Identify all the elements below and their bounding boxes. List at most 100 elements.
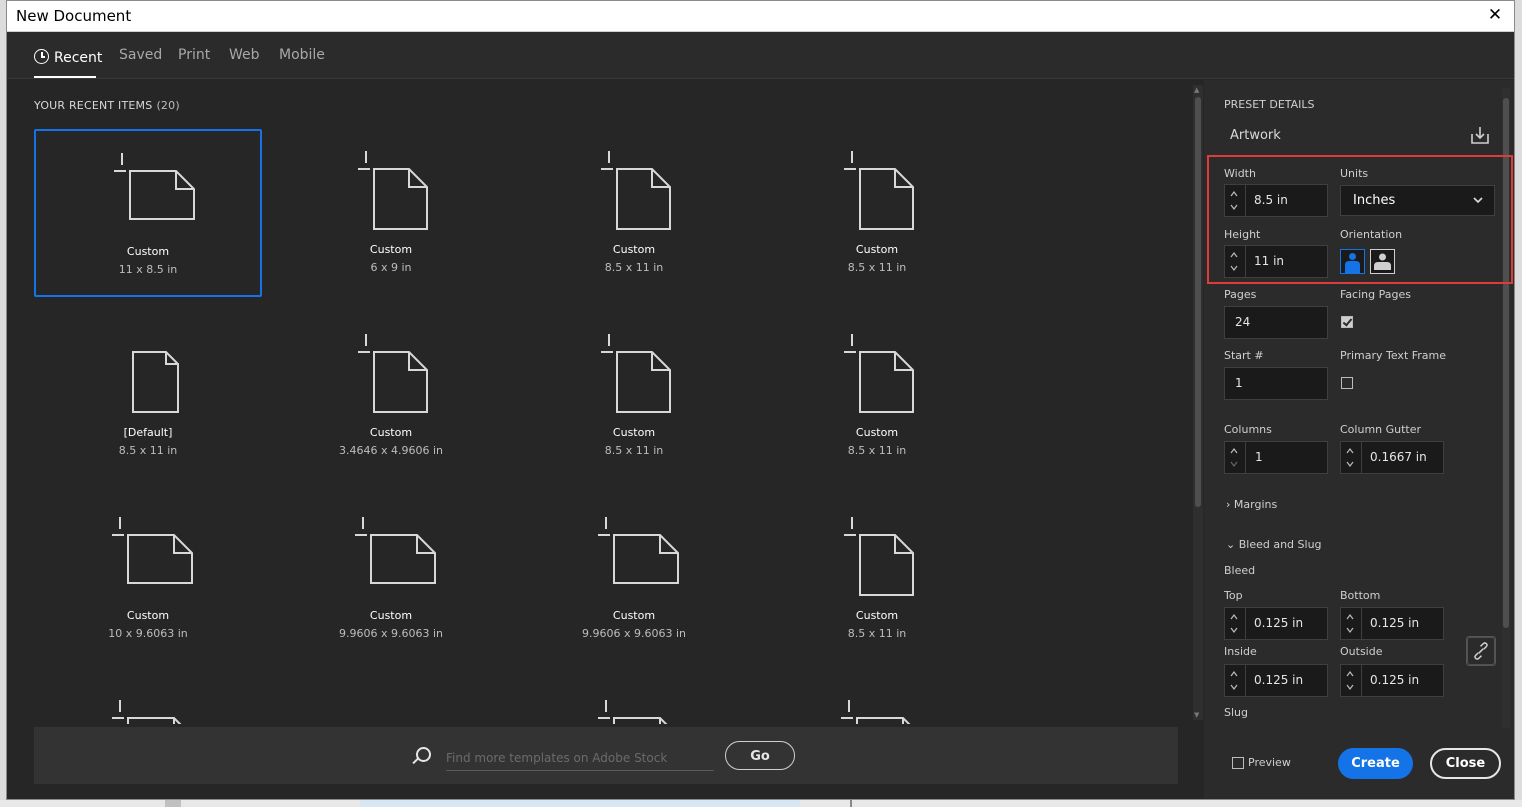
chevron-down-icon[interactable]	[1230, 683, 1238, 691]
columns-field[interactable]: 1	[1224, 441, 1328, 474]
chevron-down-icon[interactable]	[1346, 626, 1354, 634]
chevron-up-icon[interactable]	[1346, 447, 1354, 455]
recent-items-grid: Custom 11 x 8.5 in Custom 6 x 9 in Custo…	[34, 129, 1184, 724]
link-icon[interactable]	[1466, 636, 1496, 666]
chevron-up-icon[interactable]	[1230, 613, 1238, 621]
preview-checkbox[interactable]	[1232, 757, 1244, 769]
portrait-document-icon	[844, 517, 914, 596]
recent-item[interactable]: Custom 3.4646 x 4.9606 in	[277, 312, 505, 480]
recent-item[interactable]: Custom 10 x 9.6063 in	[34, 495, 262, 663]
chevron-up-icon[interactable]	[1346, 613, 1354, 621]
recent-item[interactable]: Custom 6 x 9 in	[277, 129, 505, 297]
facing-pages-checkbox[interactable]	[1341, 316, 1353, 328]
template-search-input[interactable]	[446, 745, 714, 771]
recent-item[interactable]	[763, 678, 991, 724]
chevron-down-icon[interactable]	[1230, 626, 1238, 634]
chevron-down-icon[interactable]	[1346, 683, 1354, 691]
recent-item[interactable]: Custom 8.5 x 11 in	[763, 495, 991, 663]
chevron-up-icon[interactable]	[1230, 190, 1238, 198]
recent-item[interactable]: Custom 9.9606 x 9.6063 in	[277, 495, 505, 663]
units-value: Inches	[1353, 193, 1396, 208]
start-page-field[interactable]: 1	[1224, 367, 1328, 400]
recent-item[interactable]	[34, 678, 262, 724]
recent-items-scrollbar[interactable]: ▲ ▼	[1193, 85, 1203, 720]
bleed-inside-label: Inside	[1224, 645, 1257, 658]
recent-item[interactable]	[520, 678, 748, 724]
column-gutter-value: 0.1667 in	[1370, 450, 1427, 464]
landscape-document-icon	[841, 700, 911, 724]
close-button[interactable]: Close	[1430, 748, 1501, 779]
bleed-inside-field[interactable]: 0.125 in	[1224, 664, 1328, 697]
tab-print[interactable]: Print	[178, 47, 210, 63]
chevron-up-icon[interactable]	[1346, 670, 1354, 678]
bleed-top-stepper[interactable]	[1225, 608, 1246, 639]
width-field[interactable]: 8.5 in	[1224, 184, 1328, 217]
pages-value: 24	[1235, 315, 1251, 329]
column-gutter-label: Column Gutter	[1340, 423, 1422, 436]
scroll-down-icon[interactable]: ▼	[1194, 711, 1199, 719]
recent-item[interactable]: Custom 8.5 x 11 in	[763, 312, 991, 480]
chevron-down-icon[interactable]	[1230, 203, 1238, 211]
chevron-down-icon[interactable]	[1346, 460, 1354, 468]
primary-text-frame-label: Primary Text Frame	[1340, 349, 1447, 362]
active-tab-indicator	[34, 76, 96, 78]
bleed-outside-field[interactable]: 0.125 in	[1340, 664, 1444, 697]
chevron-down-icon: ⌄	[1226, 538, 1236, 551]
create-button[interactable]: Create	[1338, 748, 1413, 779]
height-field[interactable]: 11 in	[1224, 245, 1328, 278]
column-gutter-stepper[interactable]	[1341, 442, 1362, 473]
bleed-bottom-field[interactable]: 0.125 in	[1340, 607, 1444, 640]
facing-pages-label: Facing Pages	[1340, 288, 1411, 301]
recent-item[interactable]: [Default] 8.5 x 11 in	[34, 312, 262, 480]
tab-saved[interactable]: Saved	[119, 47, 162, 63]
margins-section-toggle[interactable]: › Margins	[1226, 498, 1277, 511]
chevron-down-icon[interactable]	[1230, 264, 1238, 272]
portrait-document-icon	[601, 334, 671, 413]
bleed-slug-section-toggle[interactable]: ⌄ Bleed and Slug	[1226, 538, 1322, 551]
preset-panel-scrollbar[interactable]	[1502, 88, 1510, 728]
landscape-document-icon	[598, 517, 679, 584]
chevron-up-icon[interactable]	[1230, 670, 1238, 678]
bleed-bottom-label: Bottom	[1340, 589, 1381, 602]
pages-label: Pages	[1224, 288, 1257, 301]
portrait-orientation-icon[interactable]	[1340, 249, 1365, 274]
columns-stepper[interactable]	[1225, 442, 1246, 473]
chevron-down-icon[interactable]	[1230, 460, 1238, 468]
recent-item[interactable]: Custom 8.5 x 11 in	[520, 129, 748, 297]
scroll-up-icon[interactable]: ▲	[1194, 86, 1199, 94]
title-bar: New Document ✕	[7, 1, 1514, 32]
bleed-inside-stepper[interactable]	[1225, 665, 1246, 696]
tab-recent[interactable]: Recent	[34, 47, 102, 66]
units-dropdown[interactable]: Inches	[1340, 185, 1495, 216]
new-document-dialog: New Document ✕ Recent Saved Print Web Mo…	[6, 0, 1515, 800]
preview-label: Preview	[1248, 756, 1291, 769]
width-stepper[interactable]	[1225, 185, 1246, 216]
column-gutter-field[interactable]: 0.1667 in	[1340, 441, 1444, 474]
bleed-bottom-stepper[interactable]	[1341, 608, 1362, 639]
scrollbar-thumb[interactable]	[1503, 98, 1509, 628]
bleed-top-field[interactable]: 0.125 in	[1224, 607, 1328, 640]
width-value: 8.5 in	[1254, 193, 1288, 207]
recent-item[interactable]: Custom 8.5 x 11 in	[520, 312, 748, 480]
primary-text-frame-checkbox[interactable]	[1341, 377, 1353, 389]
template-search-bar: Go	[34, 727, 1178, 784]
tab-mobile[interactable]: Mobile	[279, 47, 325, 63]
recent-item[interactable]: Custom 11 x 8.5 in	[34, 129, 262, 297]
go-button[interactable]: Go	[725, 741, 795, 770]
recent-item[interactable]: Custom 8.5 x 11 in	[763, 129, 991, 297]
recent-item[interactable]: Custom 9.9606 x 9.6063 in	[520, 495, 748, 663]
background-window-strip	[0, 800, 1522, 807]
scrollbar-thumb[interactable]	[1195, 97, 1201, 507]
chevron-up-icon[interactable]	[1230, 447, 1238, 455]
chevron-up-icon[interactable]	[1230, 251, 1238, 259]
close-icon[interactable]: ✕	[1484, 4, 1506, 26]
tab-web[interactable]: Web	[229, 47, 260, 63]
landscape-orientation-icon[interactable]	[1370, 249, 1395, 274]
save-preset-icon[interactable]	[1470, 125, 1490, 145]
pages-field[interactable]: 24	[1224, 306, 1328, 339]
bleed-top-label: Top	[1224, 589, 1243, 602]
height-value: 11 in	[1254, 254, 1285, 268]
bleed-outside-stepper[interactable]	[1341, 665, 1362, 696]
height-stepper[interactable]	[1225, 246, 1246, 277]
preset-name[interactable]: Artwork	[1230, 128, 1281, 143]
